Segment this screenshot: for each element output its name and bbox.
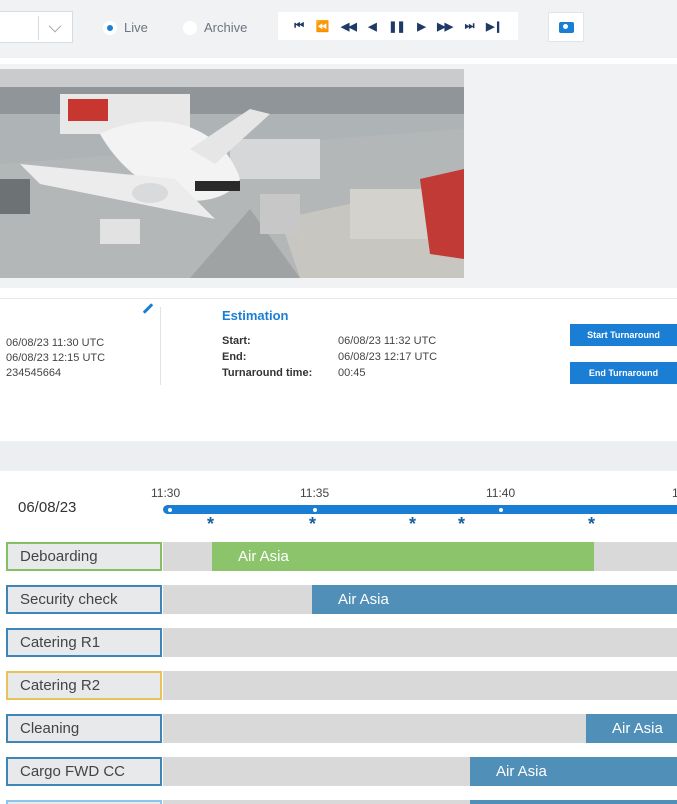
timeline-header-band — [0, 441, 677, 471]
select-divider — [38, 16, 39, 40]
est-end-label: End: — [222, 351, 247, 363]
row-track-cargo-fwd-cc: Air Asia — [163, 757, 677, 786]
radio-selected-icon[interactable] — [103, 20, 117, 35]
top-toolbar: Live Archive ⏮ ⏪ ◀◀ ◀ ❚❚ ▶ ▶▶ ⏭ ▶❙ — [0, 0, 677, 58]
security-check-bar[interactable]: Air Asia — [312, 585, 677, 614]
event-marker-icon[interactable]: * — [309, 514, 316, 535]
row-label-security-check[interactable]: Security check — [6, 585, 162, 614]
step-back-icon[interactable]: ◀ — [368, 20, 377, 33]
info-divider — [160, 307, 161, 385]
event-marker-icon[interactable]: * — [458, 514, 465, 535]
scrubber-marker — [168, 508, 172, 512]
partial-bar — [470, 800, 677, 804]
turnaround-info-panel: 06/08/23 11:30 UTC 06/08/23 12:15 UTC 23… — [0, 298, 677, 388]
row-track-catering-r1 — [163, 628, 677, 657]
scrubber-marker — [499, 508, 503, 512]
actual-end-value: 06/08/23 12:15 UTC — [6, 352, 106, 364]
archive-label: Archive — [204, 20, 248, 35]
tick-label-next: 1 — [672, 486, 677, 500]
camera-select[interactable] — [0, 11, 73, 43]
turnaround-time-value: 00:45 — [338, 367, 366, 379]
cargo-fwd-cc-bar[interactable]: Air Asia — [470, 757, 677, 786]
live-label: Live — [124, 20, 148, 35]
cleaning-bar[interactable]: Air Asia — [586, 714, 677, 743]
flight-id-value: 234545664 — [6, 367, 62, 379]
skip-to-start-icon[interactable]: ⏮ — [294, 20, 304, 33]
row-label-catering-r2[interactable]: Catering R2 — [6, 671, 162, 700]
est-end-value: 06/08/23 12:17 UTC — [338, 351, 438, 363]
event-marker-icon[interactable]: * — [588, 514, 595, 535]
row-label-cleaning[interactable]: Cleaning — [6, 714, 162, 743]
end-turnaround-button[interactable]: End Turnaround — [570, 362, 677, 384]
row-label-cargo-fwd-cc[interactable]: Cargo FWD CC — [6, 757, 162, 786]
row-track-catering-r2 — [163, 671, 677, 700]
tick-label-1130: 11:30 — [151, 486, 181, 500]
turnaround-time-label: Turnaround time: — [222, 367, 313, 379]
timeline-scrubber[interactable] — [163, 505, 677, 514]
fast-forward-icon[interactable]: ▶▶ — [437, 20, 453, 33]
scrubber-marker — [313, 508, 317, 512]
radio-unselected-icon[interactable] — [183, 20, 197, 35]
video-panel — [0, 64, 677, 288]
row-track-partial — [163, 800, 677, 804]
deboarding-bar[interactable]: Air Asia — [212, 542, 594, 571]
camera-icon — [559, 22, 574, 33]
actual-start-value: 06/08/23 11:30 UTC — [6, 337, 105, 349]
playback-controls: ⏮ ⏪ ◀◀ ◀ ❚❚ ▶ ▶▶ ⏭ ▶❙ — [278, 12, 518, 40]
event-marker-icon[interactable]: * — [409, 514, 416, 535]
live-radio[interactable]: Live — [103, 20, 148, 35]
edit-pencil-icon[interactable] — [142, 303, 154, 314]
row-track-cleaning: Air Asia — [163, 714, 677, 743]
live-video-feed[interactable] — [0, 69, 464, 278]
tick-label-1135: 11:35 — [300, 486, 330, 500]
archive-radio[interactable]: Archive — [183, 20, 247, 35]
skip-forward-icon[interactable]: ⏭ — [465, 20, 475, 33]
est-start-value: 06/08/23 11:32 UTC — [338, 335, 437, 347]
timeline-date: 06/08/23 — [18, 499, 77, 516]
row-label-partial — [6, 800, 162, 804]
fast-rewind-icon[interactable]: ⏪ — [316, 20, 330, 33]
chevron-down-icon[interactable] — [48, 19, 62, 33]
airport-apron-image — [0, 69, 464, 278]
play-icon[interactable]: ▶ — [417, 20, 426, 33]
row-track-security-check: Air Asia — [163, 585, 677, 614]
row-track-deboarding: Air Asia — [163, 542, 677, 571]
estimation-title: Estimation — [222, 308, 289, 323]
est-start-label: Start: — [222, 335, 251, 347]
snapshot-button[interactable] — [548, 12, 584, 42]
pause-icon[interactable]: ❚❚ — [388, 20, 405, 33]
event-marker-icon[interactable]: * — [207, 514, 214, 535]
tick-label-1140: 11:40 — [486, 486, 516, 500]
row-label-catering-r1[interactable]: Catering R1 — [6, 628, 162, 657]
rewind-icon[interactable]: ◀◀ — [341, 20, 357, 33]
row-label-deboarding[interactable]: Deboarding — [6, 542, 162, 571]
skip-to-end-icon[interactable]: ▶❙ — [486, 20, 503, 33]
start-turnaround-button[interactable]: Start Turnaround — [570, 324, 677, 346]
